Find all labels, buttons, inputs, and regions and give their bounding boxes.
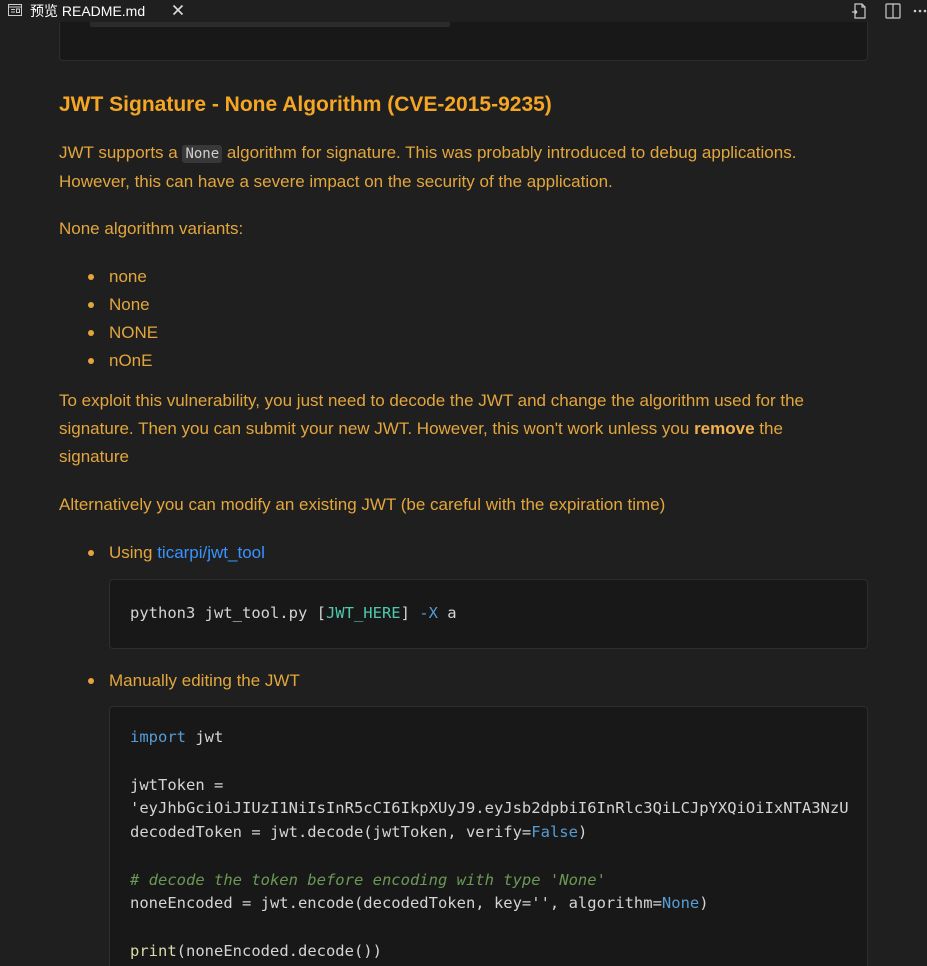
jwt-tool-link[interactable]: ticarpi/jwt_tool <box>157 543 265 562</box>
bullet-dot <box>88 330 94 336</box>
markdown-preview: JWT Signature - None Algorithm (CVE-2015… <box>0 22 927 966</box>
using-label: Using <box>109 543 158 562</box>
kw-false: False <box>531 823 578 841</box>
list-item-text: None <box>109 295 150 314</box>
cmd-placeholder: JWT_HERE <box>325 604 401 622</box>
section-heading: JWT Signature - None Algorithm (CVE-2015… <box>59 93 552 116</box>
code-line: noneEncoded = jwt.encode(decodedToken, k… <box>130 894 709 912</box>
kw-import: import <box>130 728 186 746</box>
import-module: jwt <box>186 728 224 746</box>
encode-close: ) <box>699 894 709 912</box>
code-line: print(noneEncoded.decode()) <box>130 942 382 960</box>
decode-call: decodedToken = jwt.decode(jwtToken, veri… <box>130 823 532 841</box>
builtin-print: print <box>130 942 177 960</box>
preview-icon <box>8 4 22 16</box>
list-item-text: none <box>109 267 147 286</box>
print-args: (noneEncoded.decode()) <box>176 942 382 960</box>
kw-none: None <box>661 894 700 912</box>
more-actions-icon[interactable] <box>910 1 927 21</box>
bullet-dot <box>88 358 94 364</box>
inline-code-none: None <box>182 145 223 163</box>
intro-text-line2: However, this can have a severe impact o… <box>59 172 613 191</box>
tab-readme-preview[interactable]: 预览 README.md <box>0 0 196 22</box>
exploit-line2-b: the <box>754 419 783 438</box>
decode-close: ) <box>577 823 588 841</box>
code-block-previous <box>59 22 868 61</box>
intro-text-a: JWT supports a <box>59 143 183 162</box>
code-line: decodedToken = jwt.decode(jwtToken, veri… <box>130 823 587 841</box>
alternative-paragraph: Alternatively you can modify an existing… <box>59 495 666 514</box>
exploit-line3: signature <box>59 447 129 466</box>
intro-text-b: algorithm for signature. This was probab… <box>222 143 797 162</box>
code-comment: # decode the token before encoding with … <box>130 871 606 889</box>
variants-label: None algorithm variants: <box>59 219 244 238</box>
editor-tab-bar: 预览 README.md <box>0 0 927 22</box>
bullet-dot <box>88 274 94 280</box>
code-line: import jwt <box>130 728 223 746</box>
cmd-flag: -X <box>419 604 438 622</box>
encode-call: noneEncoded = jwt.encode(decodedToken, k… <box>130 894 662 912</box>
list-item-text: Manually editing the JWT <box>109 671 300 690</box>
code-block-python: import jwt jwtToken = 'eyJhbGciOiJIUzI1N… <box>109 706 868 966</box>
open-source-icon[interactable] <box>850 1 870 21</box>
list-item-text: nOnE <box>109 351 153 370</box>
code-block-jwt-tool: python3 jwt_tool.py [JWT_HERE] -X a <box>109 579 868 649</box>
split-editor-icon[interactable] <box>883 1 903 21</box>
bullet-dot <box>88 302 94 308</box>
intro-paragraph: JWT supports a None algorithm for signat… <box>59 139 879 196</box>
exploit-line1: To exploit this vulnerability, you just … <box>59 391 804 410</box>
code-line: python3 jwt_tool.py [JWT_HERE] -X a <box>130 604 457 622</box>
exploit-bold: remove <box>694 419 755 438</box>
code-line: 'eyJhbGciOiJIUzI1NiIsInR5cCI6IkpXUyJ9.ey… <box>130 799 849 817</box>
exploit-line2-a: signature. Then you can submit your new … <box>59 419 695 438</box>
list-item-text: NONE <box>109 323 159 342</box>
close-icon[interactable] <box>170 2 186 18</box>
list-item-text: Using ticarpi/jwt_tool <box>109 539 265 567</box>
cmd-prefix: python3 jwt_tool.py [ <box>130 604 326 622</box>
cmd-mid: ] <box>400 604 420 622</box>
bullet-dot <box>88 678 94 684</box>
bullet-dot <box>88 550 94 556</box>
cmd-suffix: a <box>437 604 457 622</box>
code-line: jwtToken = <box>130 776 224 794</box>
tab-label: 预览 README.md <box>30 3 146 19</box>
exploit-paragraph: To exploit this vulnerability, you just … <box>59 387 879 471</box>
